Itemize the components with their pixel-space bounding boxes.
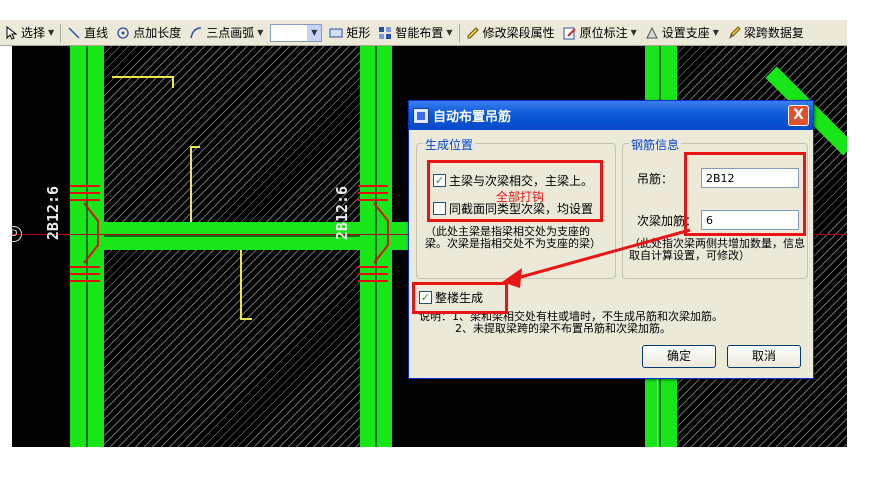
select-tool-button[interactable]: 选择 ▼ — [0, 22, 58, 44]
line-tool-button[interactable]: 直线 — [63, 22, 112, 44]
rebar-line — [172, 76, 174, 88]
line-tool-label: 直线 — [84, 26, 109, 40]
smart-layout-icon — [378, 26, 392, 40]
smart-layout-label: 智能布置 — [395, 26, 444, 40]
edit-beam-icon — [466, 26, 480, 40]
in-situ-annotation-label: 原位标注 — [579, 26, 628, 40]
annotation-icon — [563, 26, 577, 40]
rebar-line — [240, 250, 242, 320]
axis-marker: D — [12, 226, 22, 242]
main-toolbar: 选择 ▼ 直线 点加长度 三点画弧 ▼ ▼ 矩形 智能布置 ▼ 修改梁段属性 原… — [0, 20, 847, 46]
copy-span-data-button[interactable]: 梁跨数据复 — [723, 22, 808, 44]
rectangle-icon — [329, 26, 343, 40]
hanger-rebar-symbol — [70, 185, 100, 282]
annotation-text: 全部打钩 — [496, 190, 545, 204]
cancel-button[interactable]: 取消 — [727, 345, 801, 368]
position-group-label: 生成位置 — [423, 136, 476, 153]
chevron-down-icon[interactable]: ▼ — [307, 24, 322, 41]
beam-centerline — [104, 235, 360, 237]
highlight-box-rebar — [684, 152, 806, 236]
arc-tool-label: 三点画弧 — [206, 26, 255, 40]
toolbar-separator — [458, 23, 460, 42]
point-length-icon — [116, 26, 130, 40]
set-support-button[interactable]: 设置支座 ▼ — [641, 22, 723, 44]
explanation-line2: 2、未提取梁跨的梁不布置吊筋和次梁加筋。 — [455, 322, 671, 335]
annotation-arrow — [502, 228, 691, 288]
rebar-info-group-label: 钢筋信息 — [629, 136, 682, 153]
rectangle-tool-label: 矩形 — [346, 26, 371, 40]
rebar-line — [190, 146, 192, 222]
dialog-title: 自动布置吊筋 — [433, 110, 512, 125]
dropdown-arrow-icon[interactable]: ▼ — [257, 28, 263, 37]
edit-beam-property-button[interactable]: 修改梁段属性 — [462, 22, 559, 44]
smart-layout-button[interactable]: 智能布置 ▼ — [374, 22, 456, 44]
beam-rebar-label: 2B12:6 — [44, 185, 62, 241]
set-support-label: 设置支座 — [661, 26, 710, 40]
in-situ-annotation-button[interactable]: 原位标注 ▼ — [559, 22, 641, 44]
rectangle-tool-button[interactable]: 矩形 — [325, 22, 374, 44]
ok-button[interactable]: 确定 — [642, 345, 716, 368]
point-length-tool-label: 点加长度 — [133, 26, 182, 40]
line-icon — [67, 26, 81, 40]
rebar-line — [112, 76, 172, 78]
close-button[interactable]: X — [788, 105, 809, 126]
support-icon — [645, 26, 659, 40]
rebar-line — [190, 146, 200, 148]
toolbar-separator — [60, 23, 62, 42]
beam-rebar-label: 2B12:6 — [333, 185, 351, 241]
dialog-titlebar[interactable]: 自动布置吊筋 X — [409, 101, 813, 130]
dropdown-arrow-icon[interactable]: ▼ — [48, 28, 54, 37]
toolbar-combo-box[interactable]: ▼ — [270, 23, 323, 42]
copy-span-data-label: 梁跨数据复 — [743, 26, 804, 40]
dropdown-arrow-icon[interactable]: ▼ — [446, 28, 452, 37]
app-icon — [413, 107, 429, 124]
edit-beam-property-label: 修改梁段属性 — [482, 26, 555, 40]
select-tool-label: 选择 — [21, 26, 46, 40]
slab-hatch — [104, 250, 360, 447]
rebar-line — [240, 318, 252, 320]
hanger-rebar-symbol — [358, 185, 389, 282]
point-length-tool-button[interactable]: 点加长度 — [112, 22, 185, 44]
dropdown-arrow-icon[interactable]: ▼ — [631, 28, 637, 37]
arc-tool-button[interactable]: 三点画弧 ▼ — [185, 22, 267, 44]
arc-icon — [189, 26, 203, 40]
dropdown-arrow-icon[interactable]: ▼ — [713, 28, 719, 37]
brush-icon — [727, 25, 741, 40]
slab-hatch — [104, 46, 360, 222]
cursor-icon — [4, 25, 18, 40]
hanger-label: 吊筋： — [637, 172, 674, 186]
